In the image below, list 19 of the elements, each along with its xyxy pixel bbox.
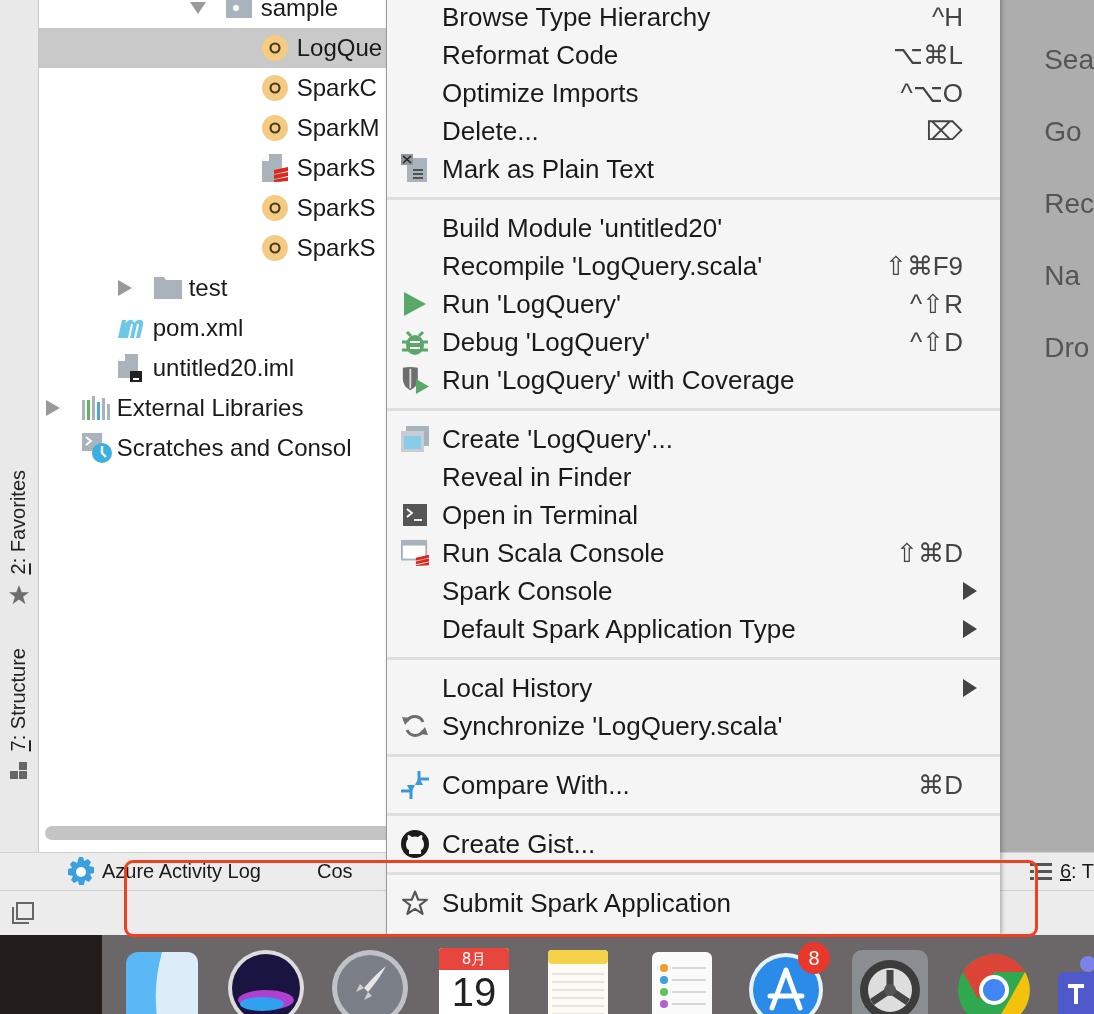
item-label: SparkM [296, 114, 380, 142]
hint-text: Sea [1044, 43, 1094, 77]
item-label: pom.xml [152, 314, 244, 342]
item-label: SparkS [296, 194, 376, 222]
item-label: External Libraries [116, 394, 304, 422]
item-label: SparkC [296, 74, 377, 102]
item-label: SparkS [296, 154, 376, 182]
hint-text: Go [1044, 115, 1083, 149]
item-label: untitled20.iml [152, 354, 295, 382]
hint-text: Na [1044, 259, 1081, 293]
item-label: SparkS [296, 234, 376, 262]
item-label: test [188, 274, 228, 302]
item-label: LogQue [296, 34, 383, 62]
item-label: Scratches and Consol [116, 434, 352, 462]
hint-text: Dro [1044, 331, 1091, 365]
notification-badge: 8 [798, 942, 830, 974]
month-label: 8月 [461, 949, 487, 969]
hint-text: Rec [1044, 187, 1094, 221]
day-label: 19 [451, 970, 497, 1014]
